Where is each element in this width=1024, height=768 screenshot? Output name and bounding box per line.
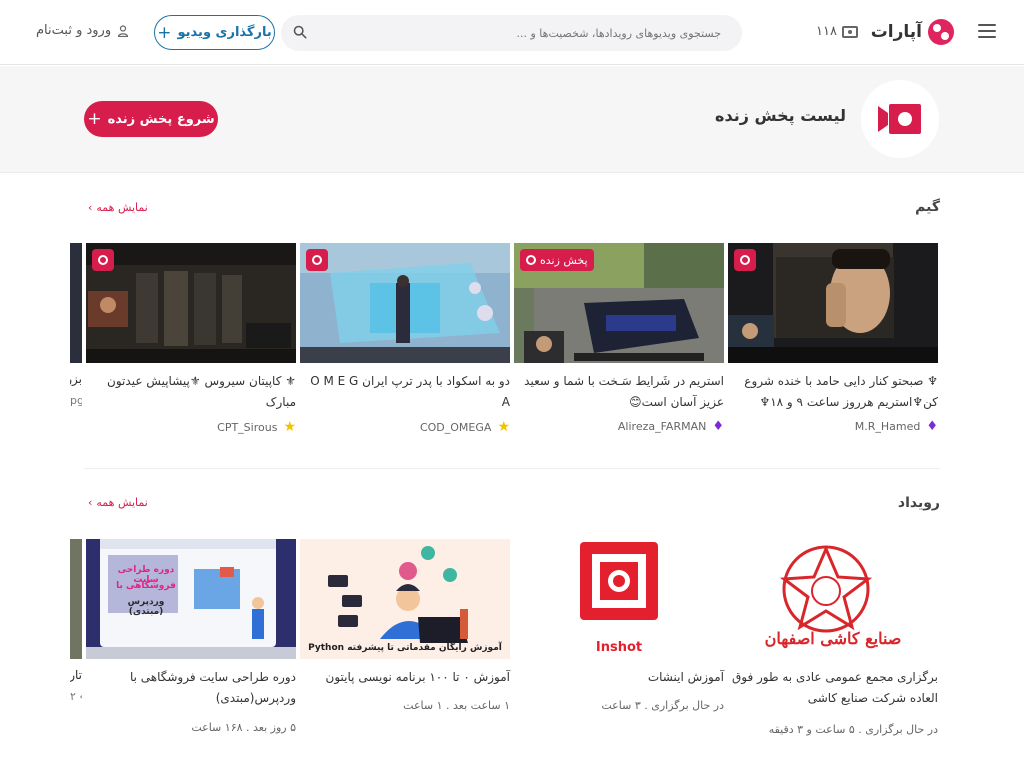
event-title[interactable]: دوره طراحی سایت فروشگاهی با وردپرس(مبتدی… (86, 667, 296, 709)
star-icon: ★ (497, 419, 510, 435)
show-all-game-link[interactable]: ‹ نمایش همه (88, 201, 148, 214)
video-thumbnail[interactable] (70, 243, 82, 363)
start-live-label: شروع پخش زنده (107, 111, 215, 127)
live-camera-icon (878, 104, 921, 134)
video-title[interactable]: استریم در شَرایط سَـخت با شما و سعید عزی… (514, 371, 724, 413)
video-title[interactable]: دو به اسکواد با پدر ترپ ایران O M E G A (300, 371, 510, 413)
user-icon (118, 24, 129, 37)
event-thumbnail-text: وردپرس (مبتدی) (127, 597, 165, 617)
event-thumbnail[interactable]: دوره طراحی سایت فروشگاهی با وردپرس (مبتد… (86, 539, 296, 659)
event-thumbnail[interactable] (70, 539, 82, 659)
event-title[interactable]: آموزش اینشات (514, 667, 724, 688)
login-label: ورود و ثبت‌نام (36, 23, 112, 38)
show-all-label: نمایش همه (96, 201, 148, 214)
live-badge (734, 249, 756, 271)
event-title[interactable]: آموزش ۰ تا ۱۰۰ برنامه نویسی پایتون (300, 667, 510, 688)
show-all-label: نمایش همه (96, 496, 148, 509)
channel-name: Alireza_FARMAN (617, 420, 707, 433)
event-thumbnail-text: فروشگاهی با (116, 581, 176, 591)
channel-meta[interactable]: ★ CPT_Sirous (217, 419, 296, 435)
broadcast-icon (312, 255, 322, 265)
live-camera-icon (841, 25, 858, 38)
search-bar (281, 15, 742, 51)
broadcast-icon (740, 255, 750, 265)
channel-meta[interactable]: ♦ Alireza_FARMAN (618, 419, 724, 434)
event-status: در حال برگزاری . ۳ ساعت (601, 699, 724, 712)
section-divider (84, 468, 940, 469)
live-list-banner: لیست پخش زنده + شروع پخش زنده (0, 66, 1024, 173)
video-title[interactable]: ♆ صبحتو کنار دایی حامد با خنده شروع کن♆ا… (728, 371, 938, 413)
channel-meta[interactable]: ♦ M.R_Hamed (855, 419, 938, 434)
event-thumbnail[interactable]: صنایع کاشی اصفهان (728, 539, 938, 659)
search-icon[interactable] (293, 25, 307, 39)
live-count-value: ۱۱۸ (816, 24, 837, 39)
event-thumbnail[interactable]: Inshot (514, 539, 724, 659)
star-icon: ★ (283, 419, 296, 435)
plus-icon: + (87, 109, 102, 129)
event-status: ۵ روز بعد . ۱۶۸ ساعت (191, 721, 296, 734)
logo-icon (928, 19, 954, 45)
broadcast-icon (98, 255, 108, 265)
chevron-left-icon: ‹ (88, 201, 93, 214)
partial-event-card[interactable]: تار ۲ ‹ (70, 539, 82, 717)
plus-icon: + (157, 22, 172, 43)
logo-text: آپارات (870, 22, 922, 42)
event-thumbnail-text: Inshot (595, 640, 643, 655)
event-status: در حال برگزاری . ۵ ساعت و ۳ دقیقه (768, 723, 938, 736)
event-title[interactable]: برگزاری مجمع عمومی عادی به طور فوق العاد… (728, 667, 938, 709)
broadcast-icon (526, 255, 536, 265)
upload-video-button[interactable]: + بارگذاری ویدیو (154, 15, 275, 50)
live-count-link[interactable]: ۱۱۸ (816, 24, 858, 39)
live-badge (306, 249, 328, 271)
menu-icon[interactable] (978, 24, 996, 40)
page-title: لیست پخش زنده (715, 106, 846, 125)
show-all-event-link[interactable]: ‹ نمایش همه (88, 496, 148, 509)
channel-name: M.R_Hamed (854, 420, 921, 433)
event-status: ۲ ‹ (70, 690, 82, 703)
diamond-icon: ♦ (712, 419, 724, 434)
upload-button-label: بارگذاری ویدیو (177, 25, 272, 40)
site-logo[interactable]: آپارات (871, 18, 954, 46)
video-title[interactable]: ⚜ کاپیتان سیروس ⚜پیشاپیش عیدتون مبارک (86, 371, 296, 413)
video-thumbnail[interactable] (86, 243, 296, 363)
video-title: بزر (70, 372, 82, 386)
event-title: تار (70, 668, 82, 682)
channel-meta[interactable]: ★ COD_OMEGA (420, 419, 510, 435)
channel-name: CPT_Sirous (217, 420, 278, 434)
diamond-icon: ♦ (926, 419, 938, 434)
login-button[interactable]: ورود و ثبت‌نام (36, 23, 129, 38)
partial-live-card[interactable]: بزر pg (70, 243, 82, 433)
event-thumbnail-text: آموزش رایگان مقدماتی تا پیشرفته Python (308, 643, 502, 653)
channel-name: pg (70, 394, 82, 407)
live-badge: پخش زنده (520, 249, 594, 271)
event-status: ۱ ساعت بعد . ۱ ساعت (403, 699, 510, 712)
live-list-logo (861, 80, 939, 158)
start-live-button[interactable]: + شروع پخش زنده (84, 101, 218, 137)
section-title-event: رویداد (897, 495, 940, 511)
video-thumbnail[interactable] (728, 243, 938, 363)
top-header: آپارات ۱۱۸ + بارگذاری ویدیو ورود و ثبت‌ن… (0, 0, 1024, 65)
live-badge-label: پخش زنده (540, 253, 588, 267)
channel-name: COD_OMEGA (419, 420, 492, 434)
live-badge (92, 249, 114, 271)
chevron-left-icon: ‹ (88, 496, 93, 509)
video-thumbnail[interactable]: پخش زنده (514, 243, 724, 363)
event-thumbnail-text: صنایع کاشی اصفهان (764, 629, 902, 648)
video-thumbnail[interactable] (300, 243, 510, 363)
event-thumbnail[interactable]: آموزش رایگان مقدماتی تا پیشرفته Python (300, 539, 510, 659)
search-input[interactable] (321, 15, 731, 51)
section-title-game: گیم (915, 199, 940, 215)
